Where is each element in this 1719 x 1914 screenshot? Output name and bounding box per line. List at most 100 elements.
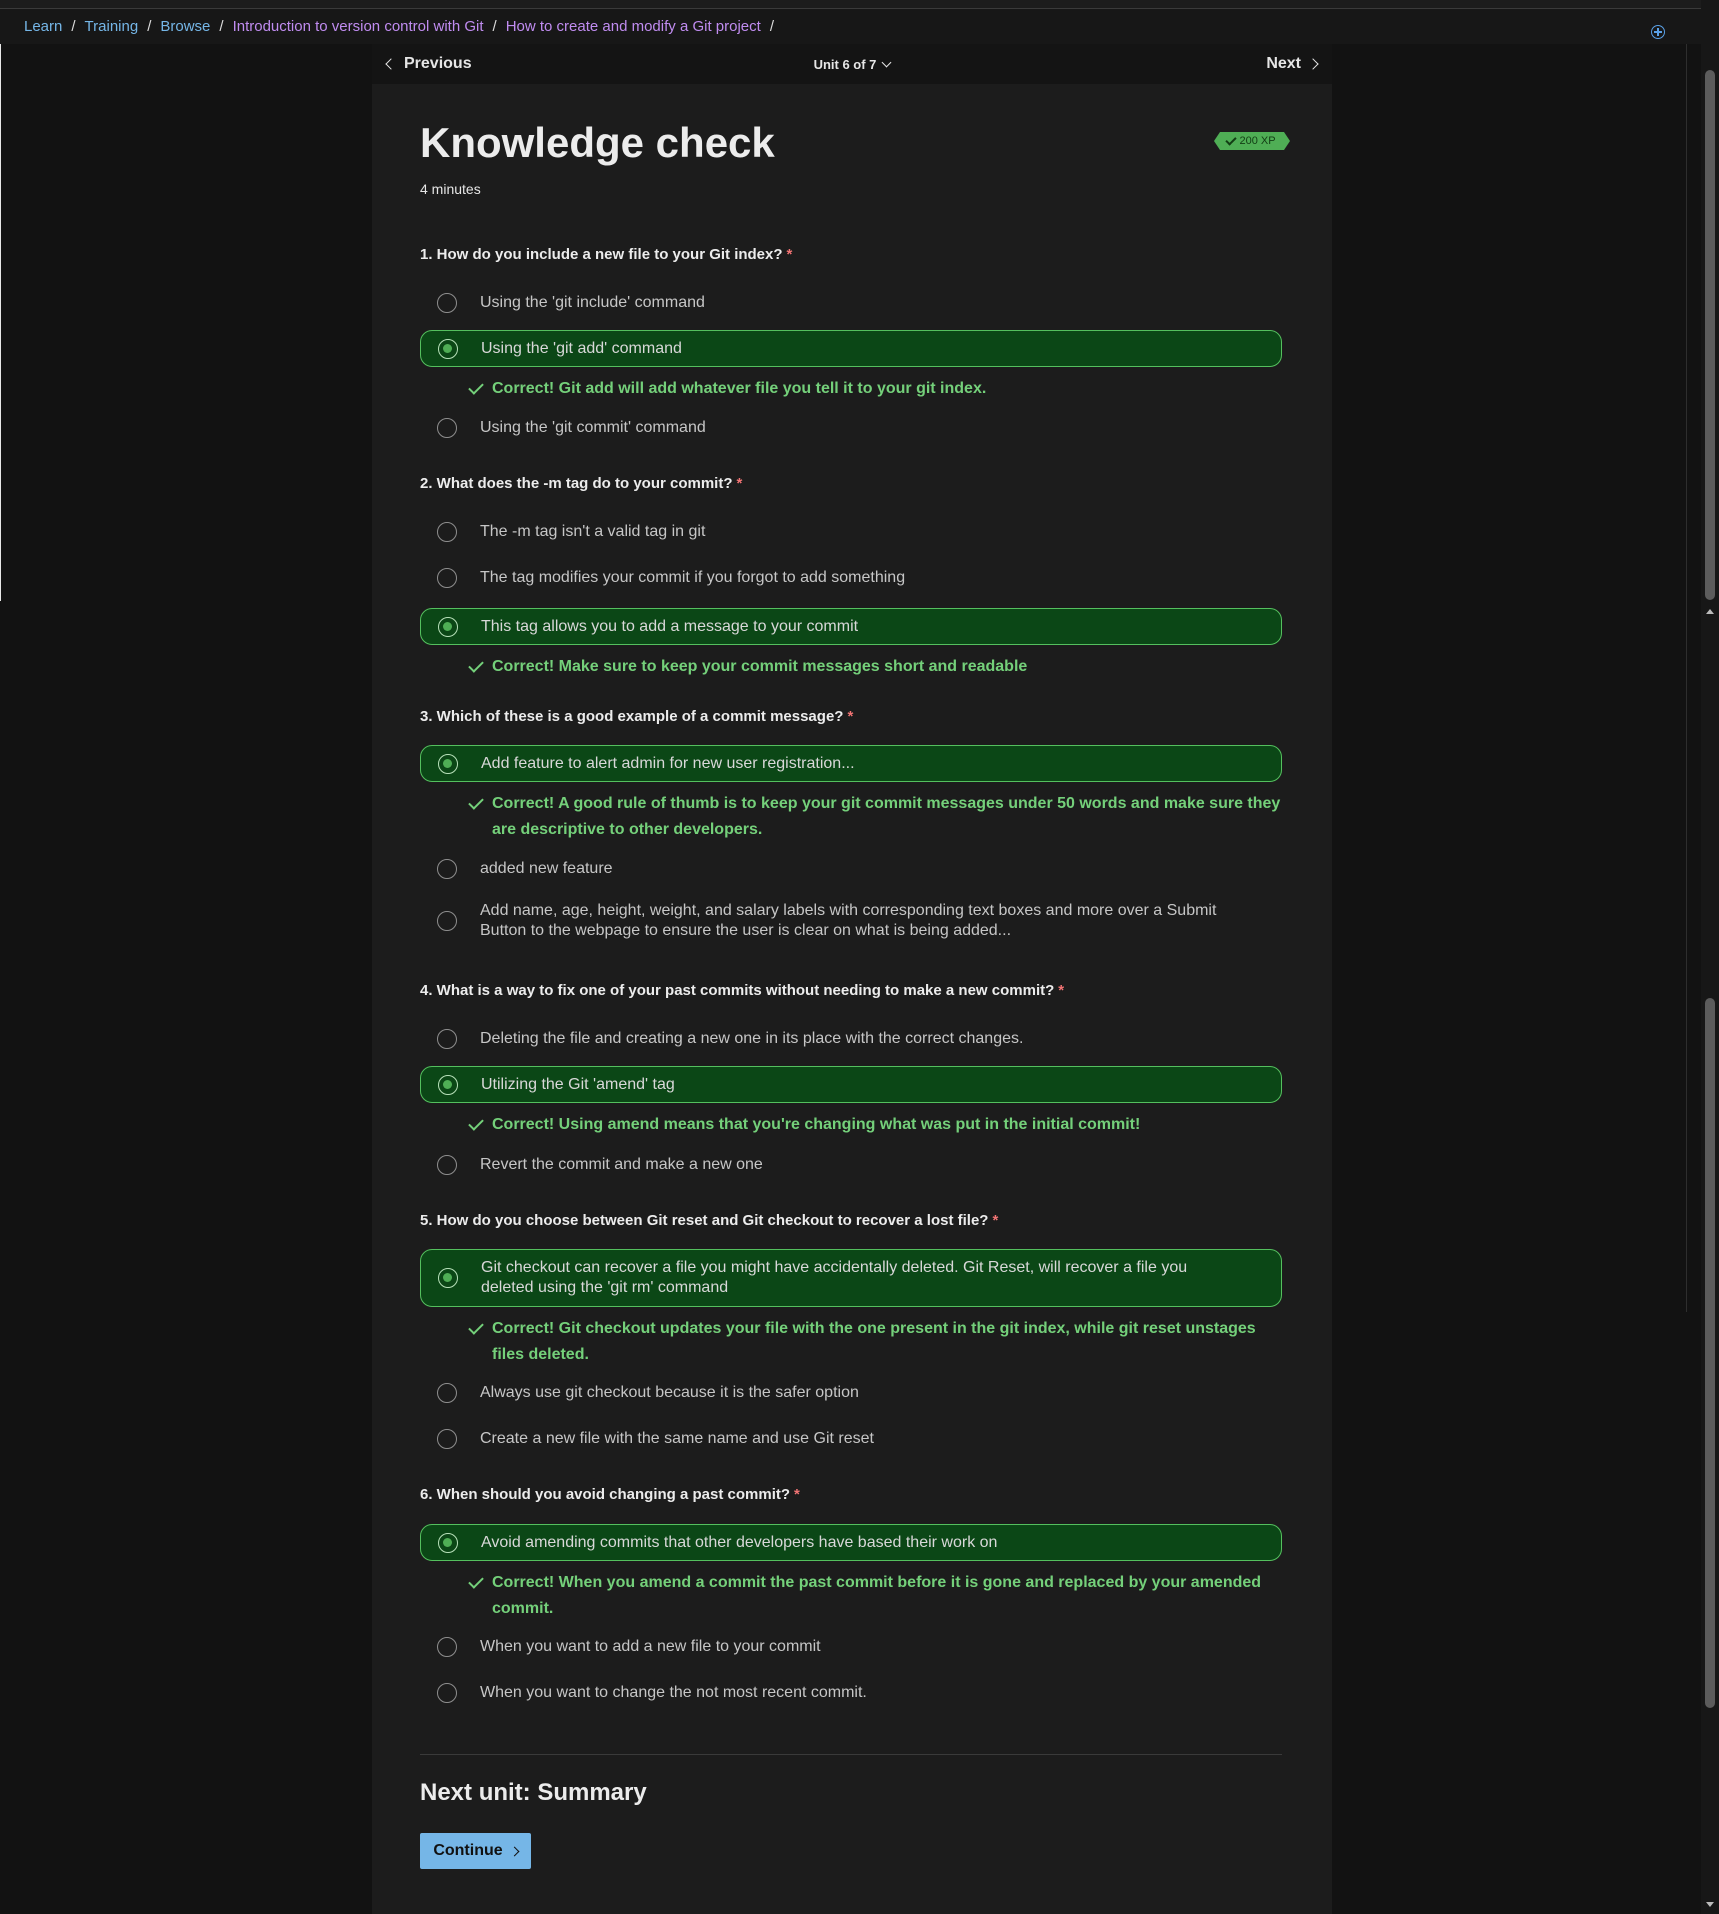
answer-option[interactable]: Using the 'git commit' command — [420, 410, 1282, 446]
question-text: 2. What does the -m tag do to your commi… — [420, 475, 733, 492]
breadcrumb-learn[interactable]: Learn — [24, 18, 62, 35]
answer-option-selected[interactable]: Git checkout can recover a file you migh… — [420, 1249, 1282, 1307]
radio-icon[interactable] — [438, 338, 458, 359]
answer-option[interactable]: Always use git checkout because it is th… — [420, 1375, 1282, 1411]
answer-option[interactable]: added new feature — [420, 851, 1282, 887]
option-text: Using the 'git include' command — [480, 294, 705, 311]
add-circle-icon[interactable] — [1651, 25, 1665, 39]
check-icon — [468, 1573, 484, 1589]
feedback-text: Correct! Using amend means that you're c… — [492, 1116, 1141, 1133]
right-divider — [1686, 44, 1687, 1312]
answer-option[interactable]: Using the 'git include' command — [420, 285, 1282, 321]
breadcrumb-separator: / — [492, 18, 497, 35]
section-divider — [420, 1754, 1282, 1755]
breadcrumb-training[interactable]: Training — [85, 18, 139, 35]
radio-icon[interactable] — [437, 1155, 457, 1175]
option-text: When you want to add a new file to your … — [480, 1638, 821, 1655]
required-mark: * — [847, 708, 854, 725]
answer-option[interactable]: The tag modifies your commit if you forg… — [420, 560, 1282, 596]
option-text: Create a new file with the same name and… — [480, 1430, 874, 1447]
breadcrumb-separator: / — [147, 18, 152, 35]
radio-icon[interactable] — [437, 522, 457, 542]
required-mark: * — [992, 1212, 999, 1229]
xp-badge: 200 XP — [1214, 132, 1290, 150]
next-button[interactable]: Next — [1266, 44, 1319, 84]
question-1: 1. How do you include a new file to your… — [420, 246, 792, 263]
question-text: 3. Which of these is a good example of a… — [420, 708, 844, 725]
option-text: When you want to change the not most rec… — [480, 1684, 867, 1701]
answer-option[interactable]: The -m tag isn't a valid tag in git — [420, 514, 1282, 550]
breadcrumb-separator: / — [769, 18, 774, 35]
content-panel: Knowledge check 4 minutes 200 XP 1. How … — [372, 84, 1332, 1914]
answer-option[interactable]: Revert the commit and make a new one — [420, 1147, 1282, 1183]
answer-option-selected[interactable]: Avoid amending commits that other develo… — [420, 1524, 1282, 1561]
correct-feedback: Correct! Make sure to keep your commit m… — [468, 654, 1292, 680]
option-text: Using the 'git commit' command — [480, 419, 706, 436]
unit-selector[interactable]: Unit 6 of 7 — [372, 44, 1332, 84]
continue-label: Continue — [433, 1842, 503, 1859]
answer-option-selected[interactable]: Using the 'git add' command — [420, 330, 1282, 367]
feedback-text: Correct! A good rule of thumb is to keep… — [492, 795, 1281, 838]
radio-icon[interactable] — [437, 293, 457, 313]
breadcrumb-module[interactable]: Introduction to version control with Git — [233, 18, 484, 35]
answer-option[interactable]: Deleting the file and creating a new one… — [420, 1021, 1282, 1057]
answer-option-selected[interactable]: Utilizing the Git 'amend' tag — [420, 1066, 1282, 1103]
breadcrumb-separator: / — [71, 18, 76, 35]
radio-icon[interactable] — [437, 1637, 457, 1657]
radio-icon[interactable] — [437, 859, 457, 879]
feedback-text: Correct! Git add will add whatever file … — [492, 380, 987, 397]
continue-button[interactable]: Continue — [420, 1833, 531, 1869]
breadcrumb-separator: / — [219, 18, 224, 35]
correct-feedback: Correct! Git add will add whatever file … — [468, 376, 1292, 402]
option-text: added new feature — [480, 860, 613, 877]
question-text: 6. When should you avoid changing a past… — [420, 1486, 791, 1503]
option-text: The tag modifies your commit if you forg… — [480, 569, 906, 586]
radio-icon[interactable] — [437, 1683, 457, 1703]
feedback-text: Correct! Make sure to keep your commit m… — [492, 658, 1028, 675]
answer-option[interactable]: When you want to add a new file to your … — [420, 1629, 1282, 1665]
correct-feedback: Correct! Using amend means that you're c… — [468, 1112, 1292, 1138]
radio-icon[interactable] — [438, 616, 458, 637]
correct-feedback: Correct! Git checkout updates your file … — [468, 1316, 1292, 1368]
next-unit-title: Next unit: Summary — [420, 1779, 647, 1806]
radio-icon[interactable] — [437, 1383, 457, 1403]
feedback-text: Correct! When you amend a commit the pas… — [492, 1574, 1262, 1617]
option-text: This tag allows you to add a message to … — [481, 617, 859, 635]
required-mark: * — [786, 246, 793, 263]
scroll-down-icon[interactable] — [1706, 1902, 1714, 1907]
option-text: Always use git checkout because it is th… — [480, 1384, 859, 1401]
radio-icon[interactable] — [437, 418, 457, 438]
question-2: 2. What does the -m tag do to your commi… — [420, 475, 742, 492]
answer-option-selected[interactable]: Add feature to alert admin for new user … — [420, 745, 1282, 782]
answer-option[interactable]: When you want to change the not most rec… — [420, 1675, 1282, 1711]
feedback-text: Correct! Git checkout updates your file … — [492, 1320, 1256, 1363]
question-6: 6. When should you avoid changing a past… — [420, 1486, 800, 1503]
scrollbar-thumb[interactable] — [1705, 998, 1715, 1708]
radio-icon[interactable] — [438, 753, 458, 774]
scrollbar-thumb[interactable] — [1705, 70, 1715, 600]
option-text: Using the 'git add' command — [481, 339, 682, 357]
option-text: Add feature to alert admin for new user … — [481, 754, 855, 772]
chevron-right-icon — [509, 1846, 520, 1856]
radio-icon[interactable] — [437, 1429, 457, 1449]
radio-icon[interactable] — [438, 1268, 458, 1288]
check-icon — [468, 657, 484, 673]
breadcrumb-unit[interactable]: How to create and modify a Git project — [506, 18, 761, 35]
correct-feedback: Correct! A good rule of thumb is to keep… — [468, 791, 1292, 843]
radio-icon[interactable] — [438, 1074, 458, 1095]
question-text: 1. How do you include a new file to your… — [420, 246, 783, 263]
breadcrumb-bar: Learn / Training / Browse / Introduction… — [0, 9, 1701, 44]
radio-icon[interactable] — [437, 1029, 457, 1049]
answer-option[interactable]: Create a new file with the same name and… — [420, 1421, 1282, 1457]
radio-icon[interactable] — [437, 911, 457, 931]
check-icon — [468, 1319, 484, 1335]
question-5: 5. How do you choose between Git reset a… — [420, 1212, 998, 1229]
answer-option[interactable]: Add name, age, height, weight, and salar… — [420, 895, 1282, 947]
answer-option-selected[interactable]: This tag allows you to add a message to … — [420, 608, 1282, 645]
next-label: Next — [1266, 55, 1301, 72]
radio-icon[interactable] — [437, 568, 457, 588]
option-text: Git checkout can recover a file you migh… — [481, 1259, 1188, 1296]
scroll-up-icon[interactable] — [1706, 609, 1714, 614]
breadcrumb-browse[interactable]: Browse — [160, 18, 210, 35]
radio-icon[interactable] — [438, 1532, 458, 1553]
